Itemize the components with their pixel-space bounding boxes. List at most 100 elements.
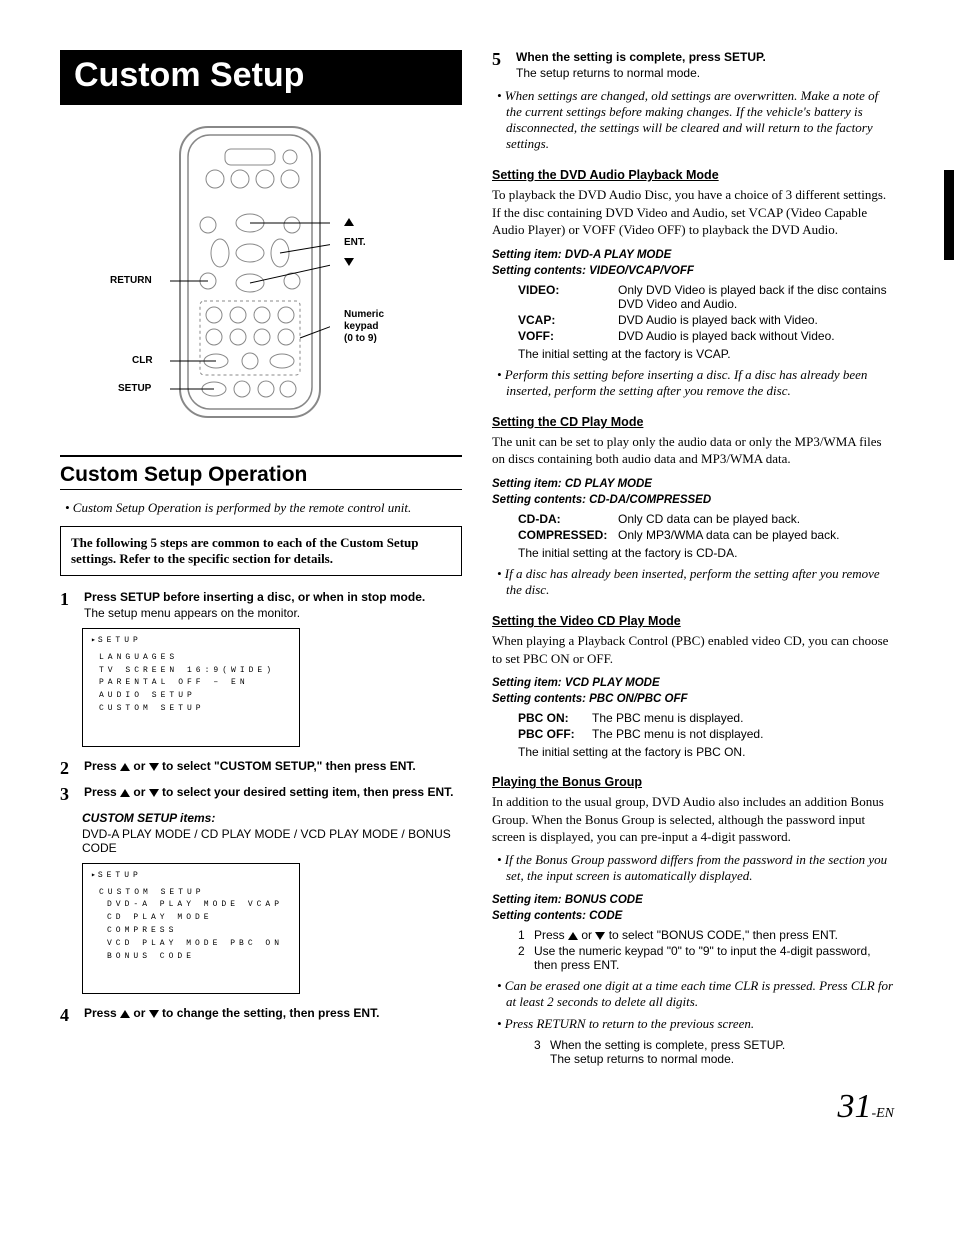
section-heading: Custom Setup Operation <box>60 463 462 487</box>
screen-line: VCD PLAY MODE PBC ON <box>107 938 291 951</box>
screen-title: SETUP <box>91 635 291 648</box>
page-title: Custom Setup <box>60 50 462 105</box>
t: or <box>130 1006 149 1020</box>
setting-contents: Setting contents: PBC ON/PBC OFF <box>492 691 894 707</box>
desc: DVD Audio is played back without Video. <box>618 329 894 343</box>
desc: The PBC menu is not displayed. <box>592 727 894 741</box>
page-number: 31-EN <box>60 1088 894 1126</box>
note-bonus-3: • Press RETURN to return to the previous… <box>506 1016 894 1032</box>
step-number: 5 <box>492 50 506 80</box>
desc: Only CD data can be played back. <box>618 512 894 526</box>
def-pbc-off: PBC OFF:The PBC menu is not displayed. <box>518 727 894 741</box>
step-sub: The setup menu appears on the monitor. <box>84 606 462 620</box>
n: 1 <box>518 928 534 942</box>
desc: The PBC menu is displayed. <box>592 711 894 725</box>
screen-line: LANGUAGES <box>99 652 291 665</box>
step-lead: Press or to select "CUSTOM SETUP," then … <box>84 759 462 773</box>
term: PBC ON: <box>518 711 592 725</box>
t: or <box>130 759 149 773</box>
screen-line: CUSTOM SETUP <box>99 887 291 900</box>
term: VOFF: <box>518 329 618 343</box>
screen-line: TV SCREEN 16:9(WIDE) <box>99 665 291 678</box>
triangle-down-icon <box>149 1010 159 1018</box>
setting-contents: Setting contents: CODE <box>492 908 894 924</box>
rule-thick <box>60 455 462 457</box>
step-lead: When the setting is complete, press SETU… <box>516 50 894 64</box>
t: Press <box>84 590 120 604</box>
def-pbc-on: PBC ON:The PBC menu is displayed. <box>518 711 894 725</box>
screen-line: BONUS CODE <box>107 951 291 964</box>
left-column: Custom Setup <box>60 50 462 1068</box>
setting-contents: Setting contents: VIDEO/VCAP/VOFF <box>492 263 894 279</box>
note-bonus-1: • If the Bonus Group password differs fr… <box>506 852 894 884</box>
body-bonus: In addition to the usual group, DVD Audi… <box>492 793 894 846</box>
term: PBC OFF: <box>518 727 592 741</box>
note-cd: • If a disc has already been inserted, p… <box>506 566 894 598</box>
triangle-down-icon <box>149 789 159 797</box>
note-bonus-2: • Can be erased one digit at a time each… <box>506 978 894 1010</box>
step-body: Press or to change the setting, then pre… <box>84 1006 462 1024</box>
def-vcap: VCAP:DVD Audio is played back with Video… <box>518 313 894 327</box>
step-body: Press or to select "CUSTOM SETUP," then … <box>84 759 462 777</box>
screen-line: AUDIO SETUP <box>99 690 291 703</box>
t: or <box>578 928 595 942</box>
initial-cd: The initial setting at the factory is CD… <box>518 546 894 560</box>
triangle-up-icon <box>120 763 130 771</box>
intro-note: • Custom Setup Operation is performed by… <box>74 500 462 516</box>
setting-contents: Setting contents: CD-DA/COMPRESSED <box>492 492 894 508</box>
t: The setup returns to normal mode. <box>550 1052 785 1066</box>
triangle-down-icon <box>595 932 605 940</box>
remote-illustration <box>170 123 330 423</box>
note-dvda: • Perform this setting before inserting … <box>506 367 894 399</box>
right-column: 5 When the setting is complete, press SE… <box>492 50 894 1068</box>
term: COMPRESSED: <box>518 528 618 542</box>
body-cd: The unit can be set to play only the aud… <box>492 433 894 468</box>
step-lead: Press SETUP before inserting a disc, or … <box>84 590 462 604</box>
label-keypad-3: (0 to 9) <box>344 333 377 344</box>
setting-bonus: Setting item: BONUS CODE Setting content… <box>492 892 894 924</box>
bonus-step-3: 3 When the setting is complete, press SE… <box>534 1038 894 1066</box>
label-up-icon <box>344 217 354 228</box>
rule-thin <box>60 489 462 490</box>
body-vcd: When playing a Playback Control (PBC) en… <box>492 632 894 667</box>
step-body: Press or to select your desired setting … <box>84 785 462 803</box>
step-2: 2 Press or to select "CUSTOM SETUP," the… <box>60 759 462 777</box>
t: When the setting is complete, press <box>516 50 724 64</box>
def-video: VIDEO:Only DVD Video is played back if t… <box>518 283 894 311</box>
bonus-step-2: 2 Use the numeric keypad "0" to "9" to i… <box>518 944 894 972</box>
screen-line: CD PLAY MODE COMPRESS <box>107 912 291 938</box>
heading-bonus: Playing the Bonus Group <box>492 775 894 789</box>
step-number: 4 <box>60 1006 74 1024</box>
desc: Only MP3/WMA data can be played back. <box>618 528 894 542</box>
step-number: 3 <box>60 785 74 803</box>
label-clr: CLR <box>132 355 153 366</box>
setting-item: Setting item: DVD-A PLAY MODE <box>492 247 894 263</box>
t: Press or to select "BONUS CODE," then pr… <box>534 928 838 942</box>
screen-line: PARENTAL OFF – EN <box>99 677 291 690</box>
n: 3 <box>534 1038 550 1066</box>
label-return: RETURN <box>110 275 152 286</box>
custom-setup-items-body: DVD-A PLAY MODE / CD PLAY MODE / VCD PLA… <box>82 827 462 855</box>
initial-vcd: The initial setting at the factory is PB… <box>518 745 894 759</box>
setting-item: Setting item: CD PLAY MODE <box>492 476 894 492</box>
t: to select "CUSTOM SETUP," then press <box>159 759 390 773</box>
screen-body: LANGUAGES TV SCREEN 16:9(WIDE) PARENTAL … <box>99 652 291 716</box>
step-4: 4 Press or to change the setting, then p… <box>60 1006 462 1024</box>
step-sub: The setup returns to normal mode. <box>516 66 894 80</box>
setting-vcd: Setting item: VCD PLAY MODE Setting cont… <box>492 675 894 707</box>
body-dvda: To playback the DVD Audio Disc, you have… <box>492 186 894 239</box>
setting-cd: Setting item: CD PLAY MODE Setting conte… <box>492 476 894 508</box>
label-keypad-2: keypad <box>344 321 378 332</box>
step-5: 5 When the setting is complete, press SE… <box>492 50 894 80</box>
desc: Only DVD Video is played back if the dis… <box>618 283 894 311</box>
setup-screen-2: SETUP CUSTOM SETUP DVD-A PLAY MODE VCAP … <box>82 863 300 995</box>
label-keypad-1: Numeric <box>344 309 384 320</box>
page-num-suffix: -EN <box>871 1106 894 1121</box>
screen-sub: DVD-A PLAY MODE VCAP CD PLAY MODE COMPRE… <box>107 899 291 963</box>
initial-dvda: The initial setting at the factory is VC… <box>518 347 894 361</box>
t: to change the setting, then press <box>159 1006 354 1020</box>
term: VCAP: <box>518 313 618 327</box>
t: Use the numeric keypad "0" to "9" to inp… <box>534 944 894 972</box>
label-ent: ENT. <box>344 237 366 248</box>
remote-figure: RETURN CLR SETUP ENT. Numeric keypad (0 … <box>60 123 462 443</box>
